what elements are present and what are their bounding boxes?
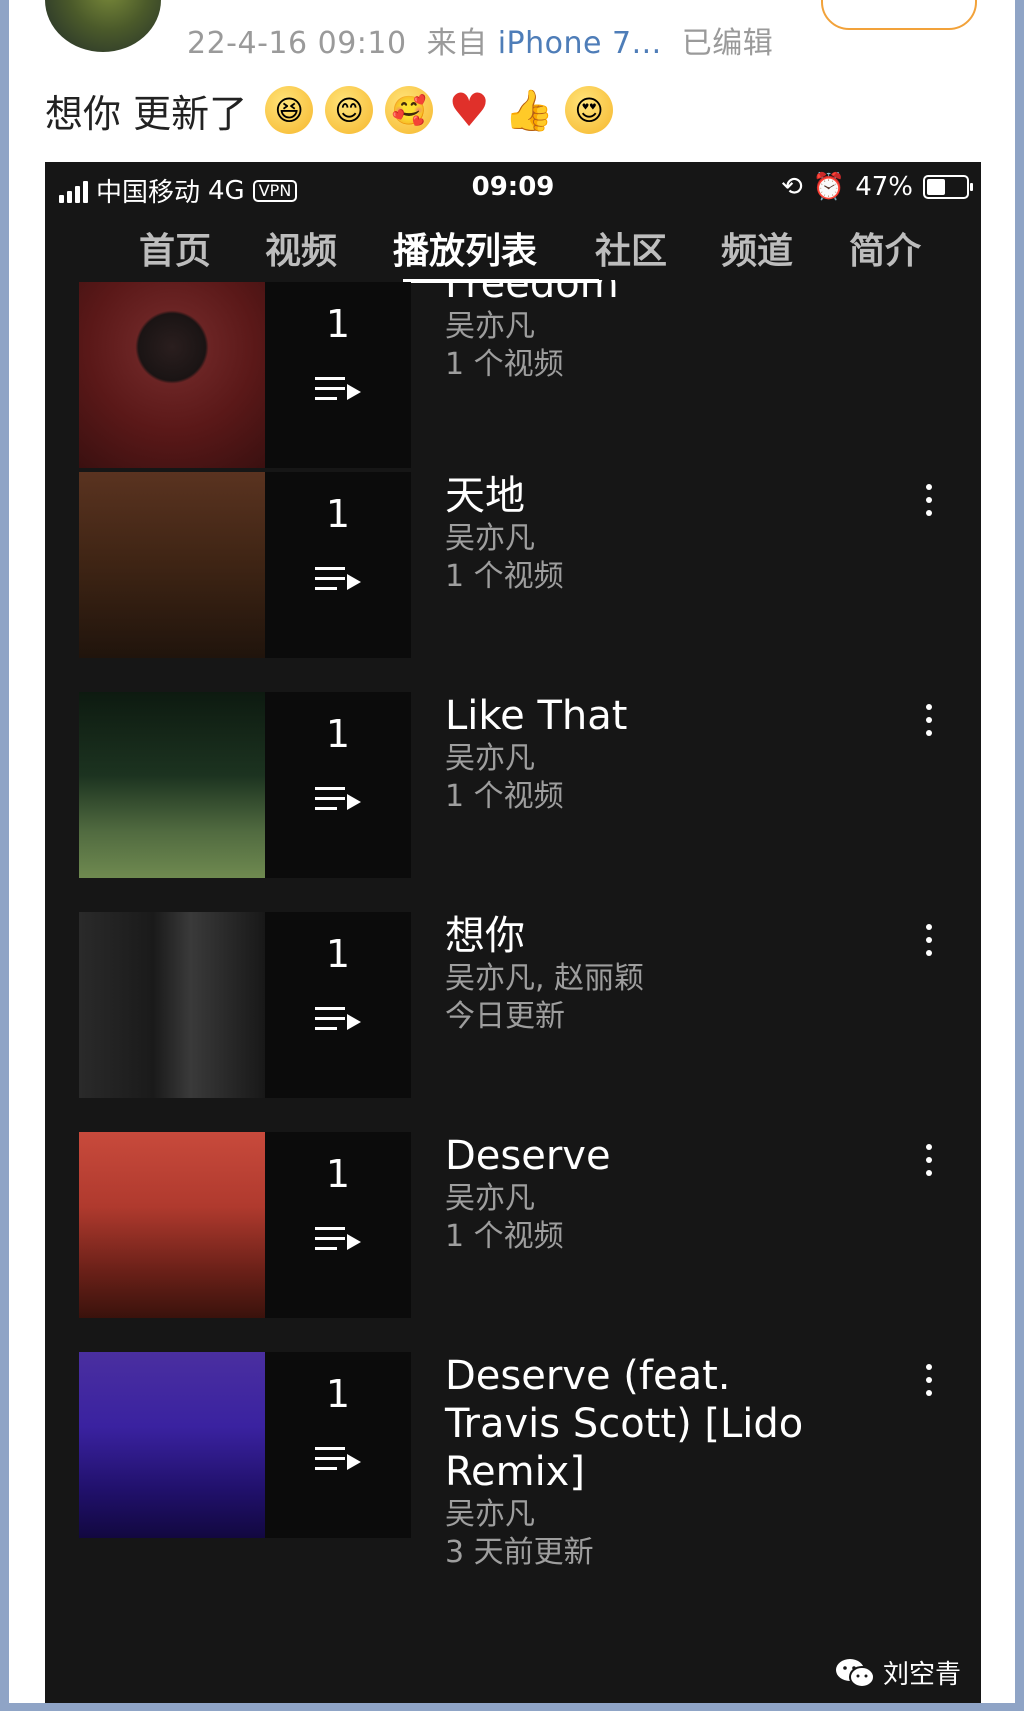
post-edited-label: 已编辑 — [681, 26, 774, 61]
video-count-panel: 1 — [265, 1352, 411, 1538]
phone-screenshot: 中国移动 4G VPN 09:09 ⟲ ⏰ 47% 首页 视频 播放列表 社区 … — [45, 162, 981, 1703]
more-options-icon[interactable] — [919, 700, 939, 740]
video-count-panel: 1 — [265, 282, 411, 468]
playlist-thumbnail[interactable] — [79, 282, 265, 468]
playlist-meta: 今日更新 — [445, 999, 565, 1034]
more-options-icon[interactable] — [919, 480, 939, 520]
playlist-artist: 吴亦凡 — [445, 741, 535, 776]
post-meta: 22-4-16 09:10 来自 iPhone 7... 已编辑 — [187, 18, 773, 62]
post-source-prefix: 来自 — [426, 26, 488, 61]
follow-button[interactable] — [821, 0, 977, 30]
playlist-title[interactable]: Freedom — [445, 280, 865, 308]
video-count: 1 — [325, 1152, 351, 1196]
playlist-artist: 吴亦凡, 赵丽颖 — [445, 961, 645, 996]
battery-percent: 47% — [855, 172, 913, 202]
playlist-queue-icon — [315, 1447, 361, 1470]
hugging-face-icon: 🥰 — [385, 86, 434, 134]
playlist-title[interactable]: Like That — [445, 692, 865, 740]
playlist-meta: 1 个视频 — [445, 779, 564, 814]
playlist-item[interactable]: 1 天地 吴亦凡 1 个视频 — [79, 472, 959, 658]
playlist-queue-icon — [315, 787, 361, 810]
love-face-icon: 😍 — [565, 86, 614, 134]
video-count: 1 — [325, 492, 351, 536]
video-count-panel: 1 — [265, 912, 411, 1098]
playlist-queue-icon — [315, 1227, 361, 1250]
playlist-queue-icon — [315, 567, 361, 590]
wechat-icon — [835, 1658, 875, 1688]
avatar[interactable] — [45, 0, 161, 52]
playlist-title[interactable]: Deserve — [445, 1132, 865, 1180]
more-options-icon[interactable] — [919, 1360, 939, 1400]
weibo-post: 22-4-16 09:10 来自 iPhone 7... 已编辑 想你 更新了 … — [9, 0, 1015, 1703]
playlist-title[interactable]: Deserve (feat. Travis Scott) [Lido Remix… — [445, 1352, 845, 1496]
video-count: 1 — [325, 1372, 351, 1416]
tab-home[interactable]: 首页 — [139, 222, 211, 274]
playlist-meta: 3 天前更新 — [445, 1535, 594, 1570]
smiling-face-icon: 😊 — [325, 86, 374, 134]
post-source-link[interactable]: iPhone 7... — [498, 26, 662, 61]
playlist-meta: 1 个视频 — [445, 559, 564, 594]
video-count-panel: 1 — [265, 1132, 411, 1318]
playlist-thumbnail[interactable] — [79, 1132, 265, 1318]
playlist-item[interactable]: 1 Freedom 吴亦凡 1 个视频 — [79, 280, 959, 468]
playlist-item[interactable]: 1 想你 吴亦凡, 赵丽颖 今日更新 — [79, 912, 959, 1098]
video-count-panel: 1 — [265, 692, 411, 878]
playlist-item[interactable]: 1 Deserve (feat. Travis Scott) [Lido Rem… — [79, 1352, 959, 1570]
playlist-artist: 吴亦凡 — [445, 1181, 535, 1216]
playlist-artist: 吴亦凡 — [445, 309, 535, 344]
playlist-title[interactable]: 想你 — [445, 912, 865, 960]
playlist-meta: 1 个视频 — [445, 347, 564, 382]
post-text: 想你 更新了 — [45, 91, 248, 136]
playlist-thumbnail[interactable] — [79, 1352, 265, 1538]
playlist-item[interactable]: 1 Like That 吴亦凡 1 个视频 — [79, 692, 959, 878]
playlist-meta: 1 个视频 — [445, 1219, 564, 1254]
playlist-title[interactable]: 天地 — [445, 472, 865, 520]
watermark-name: 刘空青 — [882, 1660, 961, 1690]
playlist-artist: 吴亦凡 — [445, 521, 535, 556]
playlist-queue-icon — [315, 377, 361, 400]
playlist-artist: 吴亦凡 — [445, 1497, 535, 1532]
rotation-lock-icon: ⟲ — [781, 172, 803, 202]
post-time: 22-4-16 09:10 — [187, 26, 407, 61]
video-count-panel: 1 — [265, 472, 411, 658]
laughing-face-icon: 😆 — [265, 86, 314, 134]
video-count: 1 — [325, 932, 351, 976]
post-body: 想你 更新了 😆 😊 🥰 ♥ 👍 😍 — [45, 83, 614, 137]
tab-videos[interactable]: 视频 — [265, 222, 337, 274]
video-count: 1 — [325, 712, 351, 756]
status-bar: 中国移动 4G VPN 09:09 ⟲ ⏰ 47% — [45, 162, 981, 212]
thumbs-up-icon: 👍 — [504, 87, 554, 134]
more-options-icon[interactable] — [919, 1140, 939, 1180]
alarm-icon: ⏰ — [812, 172, 846, 202]
playlist-item[interactable]: 1 Deserve 吴亦凡 1 个视频 — [79, 1132, 959, 1318]
watermark: 刘空青 — [835, 1654, 961, 1691]
battery-icon — [923, 175, 973, 199]
playlist-thumbnail[interactable] — [79, 912, 265, 1098]
playlist-thumbnail[interactable] — [79, 472, 265, 658]
playlist-thumbnail[interactable] — [79, 692, 265, 878]
playlist-queue-icon — [315, 1007, 361, 1030]
heart-icon: ♥ — [448, 83, 490, 137]
more-options-icon[interactable] — [919, 920, 939, 960]
video-count: 1 — [325, 302, 351, 346]
